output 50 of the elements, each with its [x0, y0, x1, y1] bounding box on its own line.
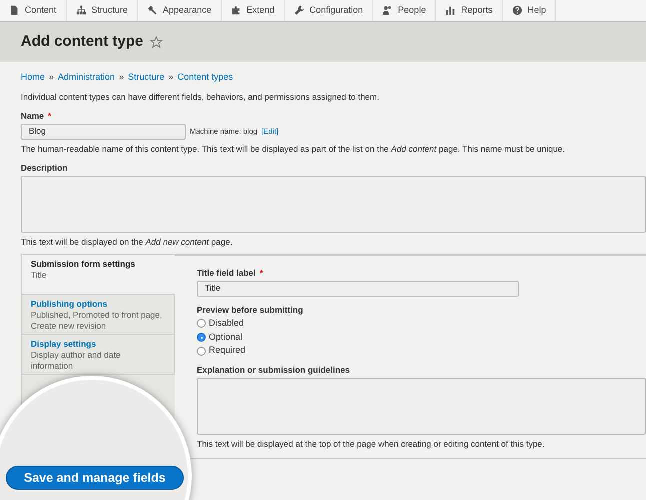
puzzle-icon	[230, 5, 242, 16]
name-input[interactable]: Blog	[21, 124, 186, 140]
toolbar-item[interactable]: People	[373, 0, 436, 21]
required-mark: *	[48, 110, 52, 122]
name-label: Name	[21, 110, 44, 122]
toolbar-item[interactable]: Configuration	[284, 0, 374, 21]
breadcrumb-link[interactable]: Content types	[178, 72, 234, 84]
title-field-label: Title field label	[197, 268, 256, 279]
help-text: This text will be displayed on the Add new content page.	[21, 236, 234, 248]
description-label: Description	[21, 162, 69, 174]
guidelines-label: Explanation or submission guidelines	[197, 365, 352, 376]
wrench-icon	[294, 5, 305, 16]
radio-label: Optional	[209, 332, 243, 344]
radio-button[interactable]	[197, 333, 206, 342]
intro-text: Individual content types can have different fields, behaviors, and permissions assigned to them.	[21, 92, 380, 103]
breadcrumb-separator: »	[119, 72, 124, 84]
description-textarea[interactable]	[21, 176, 646, 233]
radio-label: Required	[209, 345, 246, 358]
toolbar-item[interactable]: Content	[0, 0, 67, 21]
vertical-tab[interactable]: Publishing options Published, Promoted to front page, Create new revision	[22, 294, 175, 335]
toolbar-item[interactable]: Help	[502, 0, 556, 21]
breadcrumb-separator: »	[168, 72, 174, 84]
toolbar-item[interactable]: Appearance	[138, 0, 222, 21]
bar-chart-icon	[445, 5, 456, 16]
breadcrumb-separator: »	[49, 72, 54, 84]
people-icon	[382, 5, 394, 16]
toolbar-item[interactable]: Reports	[436, 0, 503, 21]
guidelines-textarea[interactable]	[197, 378, 646, 436]
star-icon[interactable]	[150, 36, 162, 48]
breadcrumb-link[interactable]: Structure	[128, 72, 165, 84]
page-icon	[9, 5, 20, 16]
toolbar-item[interactable]: Structure	[66, 0, 138, 21]
help-text: The human-readable name of this content type. This text will be displayed as part of the list on the Add content page. This name must be unique.	[21, 144, 566, 155]
vertical-tab[interactable]: Submission form settings Title	[22, 254, 175, 295]
breadcrumb-link[interactable]: Administration	[58, 72, 116, 84]
required-mark: *	[260, 268, 264, 279]
help-text: This text will be displayed at the top of the page when creating or editing content of this type.	[197, 439, 546, 450]
sitemap-icon	[76, 5, 87, 16]
title-input[interactable]: Title	[197, 280, 519, 297]
hammer-icon	[147, 5, 158, 16]
save-button[interactable]: Save and manage fields	[6, 466, 184, 490]
page-title: Add content type	[21, 33, 144, 51]
radio-button[interactable]	[197, 319, 206, 328]
preview-label: Preview before submitting	[197, 304, 304, 316]
help-icon	[512, 5, 523, 16]
radio-label: Disabled	[209, 318, 244, 330]
breadcrumb-link[interactable]: Home	[21, 72, 46, 84]
radio-button[interactable]	[197, 346, 206, 356]
vertical-tab[interactable]: Display settings Display author and date information	[22, 334, 175, 375]
toolbar-item[interactable]: Extend	[222, 0, 285, 21]
